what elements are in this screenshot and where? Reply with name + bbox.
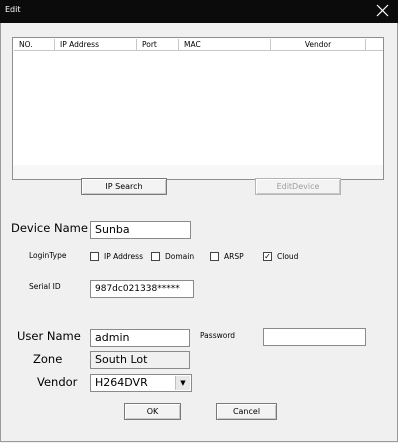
column-vendor[interactable]: Vendor — [271, 39, 366, 51]
column-mac[interactable]: MAC — [179, 39, 271, 51]
arsp-option-label: ARSP — [224, 252, 244, 261]
edit-device-button: EditDevice — [255, 178, 341, 195]
user-name-label: User Name — [17, 329, 81, 343]
device-list-header: NO. IP Address Port MAC Vendor — [14, 39, 383, 52]
serial-id-label: Serial ID — [29, 282, 61, 291]
window-title: Edit — [5, 5, 21, 14]
zone-label: Zone — [33, 352, 63, 366]
column-port[interactable]: Port — [137, 39, 179, 51]
ip-address-option-label: IP Address — [104, 252, 143, 261]
ok-button[interactable]: OK — [124, 403, 181, 420]
close-icon[interactable] — [376, 4, 389, 17]
arsp-checkbox[interactable] — [210, 252, 219, 261]
column-filler — [366, 39, 383, 51]
vendor-selected-value: H264DVR — [95, 376, 148, 389]
vendor-select[interactable]: H264DVR ▼ — [90, 374, 192, 392]
login-type-label: LoginType — [29, 251, 67, 260]
password-label: Password — [200, 331, 236, 340]
column-ip-address[interactable]: IP Address — [55, 39, 137, 51]
device-list[interactable]: NO. IP Address Port MAC Vendor — [12, 37, 384, 180]
title-bar: Edit — [0, 0, 398, 23]
vendor-label: Vendor — [37, 375, 78, 389]
cloud-option-label: Cloud — [277, 252, 299, 261]
cancel-button[interactable]: Cancel — [216, 403, 277, 420]
ip-address-checkbox[interactable] — [90, 252, 99, 261]
domain-option-label: Domain — [165, 252, 195, 261]
chevron-down-icon[interactable]: ▼ — [175, 376, 190, 390]
serial-id-input[interactable]: 987dc021338***** — [90, 280, 194, 298]
device-name-label: Device Name — [11, 221, 88, 235]
user-name-input[interactable]: admin — [90, 329, 190, 347]
password-input[interactable] — [263, 328, 366, 346]
device-list-footer — [13, 165, 383, 179]
cloud-checkbox[interactable]: ✓ — [263, 252, 272, 261]
domain-checkbox[interactable] — [151, 252, 160, 261]
zone-input[interactable]: South Lot — [90, 351, 190, 369]
edit-dialog: NO. IP Address Port MAC Vendor IP Search… — [0, 23, 398, 442]
device-name-input[interactable]: Sunba — [90, 221, 191, 239]
column-no[interactable]: NO. — [14, 39, 55, 51]
ip-search-button[interactable]: IP Search — [81, 178, 167, 195]
